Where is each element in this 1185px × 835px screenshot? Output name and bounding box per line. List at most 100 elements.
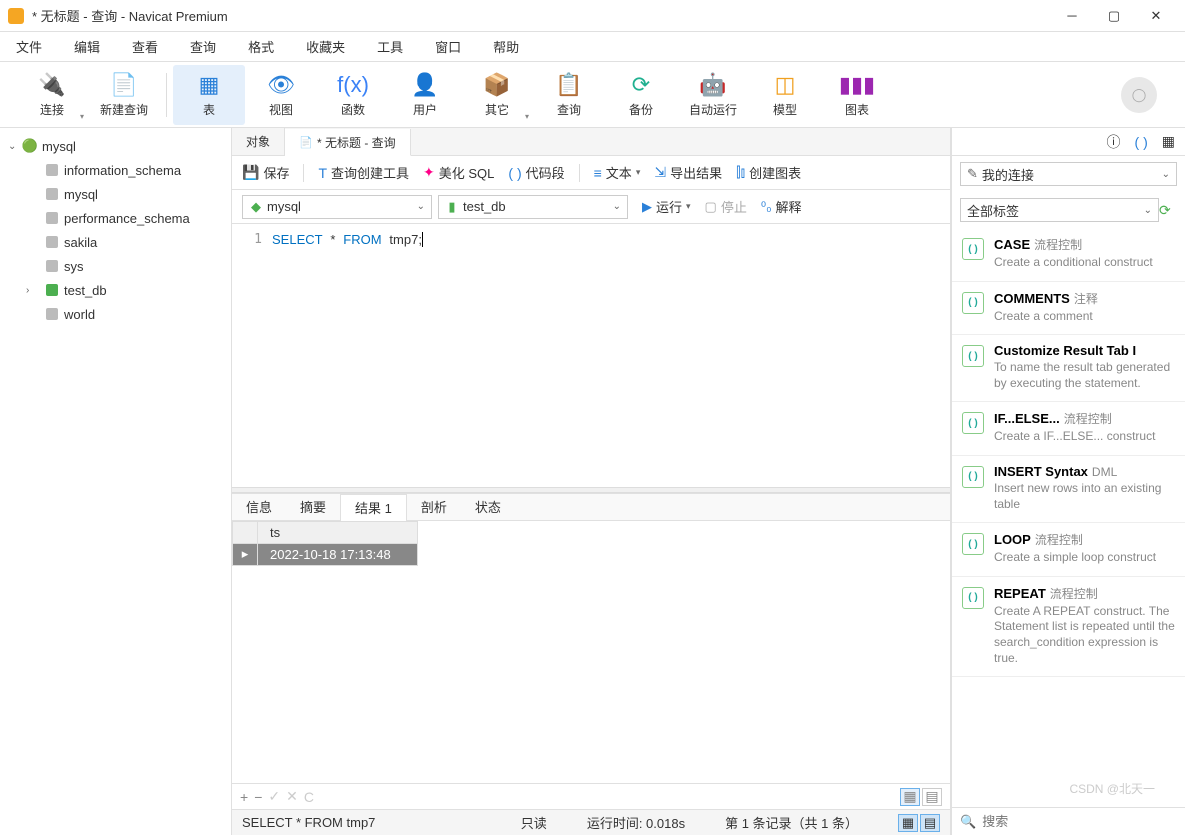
tool-用户[interactable]: 👤用户 [389, 65, 461, 125]
menu-item[interactable]: 格式 [244, 33, 278, 60]
tree-db-item[interactable]: information_schema [0, 158, 231, 182]
add-row-button[interactable]: + [240, 789, 248, 805]
export-button[interactable]: ⇲导出结果 [654, 163, 722, 182]
chevron-down-icon: ⌄ [1162, 169, 1170, 180]
tool-新建查询[interactable]: 📄新建查询 [88, 65, 160, 125]
tag-filter-dropdown[interactable]: 全部标签 ⌄ [960, 198, 1159, 222]
query-builder-button[interactable]: T查询创建工具 [318, 163, 409, 182]
result-tab[interactable]: 结果 1 [340, 494, 407, 521]
database-dropdown[interactable]: ▮ test_db ⌄ [438, 195, 628, 219]
tab[interactable]: 对象 [232, 128, 285, 155]
explain-button[interactable]: ⁰₀解释 [761, 197, 802, 216]
tool-图表[interactable]: ▮▮▮图表 [821, 65, 893, 125]
result-tab[interactable]: 剖析 [407, 493, 461, 520]
menu-item[interactable]: 查询 [186, 33, 220, 60]
snippet-tag: 流程控制 [1035, 533, 1083, 547]
tool-label: 视图 [269, 101, 293, 118]
snippet-list[interactable]: ( )CASE流程控制Create a conditional construc… [952, 228, 1185, 807]
refresh-icon[interactable]: ⟳ [1159, 202, 1177, 219]
result-grid[interactable]: ts ▸2022-10-18 17:13:48 [232, 521, 950, 784]
snippet-icon: ( ) [962, 466, 984, 488]
tool-视图[interactable]: 👁视图 [245, 65, 317, 125]
tree-db-item[interactable]: sakila [0, 230, 231, 254]
tree-db-item[interactable]: performance_schema [0, 206, 231, 230]
user-avatar[interactable]: ◯ [1121, 77, 1157, 113]
result-tab[interactable]: 摘要 [286, 493, 340, 520]
minimize-icon[interactable]: ─ [1051, 2, 1093, 30]
snippet-item[interactable]: ( )LOOP流程控制Create a simple loop construc… [952, 523, 1185, 577]
text-button[interactable]: ≡文本 ▾ [594, 163, 641, 182]
menubar: 文件编辑查看查询格式收藏夹工具窗口帮助 [0, 32, 1185, 62]
menu-item[interactable]: 查看 [128, 33, 162, 60]
menu-item[interactable]: 收藏夹 [302, 33, 349, 60]
menu-item[interactable]: 窗口 [431, 33, 465, 60]
grid-view-icon[interactable]: ▦ [900, 788, 920, 806]
menu-item[interactable]: 文件 [12, 33, 46, 60]
tree-db-item[interactable]: sys [0, 254, 231, 278]
database-icon: ▮ [445, 200, 459, 214]
delete-row-button[interactable]: − [254, 789, 262, 805]
save-button[interactable]: 💾保存 [242, 163, 289, 182]
sql-code[interactable]: SELECT * FROM tmp7; [272, 224, 950, 487]
snippet-item[interactable]: ( )IF...ELSE...流程控制Create a IF...ELSE...… [952, 402, 1185, 456]
sql-editor[interactable]: 1 SELECT * FROM tmp7; [232, 224, 950, 487]
column-header[interactable]: ts [258, 521, 418, 543]
search-input[interactable] [982, 814, 1177, 829]
maximize-icon[interactable]: ▢ [1093, 2, 1135, 30]
menu-item[interactable]: 工具 [373, 33, 407, 60]
run-button[interactable]: ▶运行 ▾ [642, 197, 691, 216]
snippet-item[interactable]: ( )COMMENTS注释Create a comment [952, 282, 1185, 336]
snippet-icon: ( ) [962, 412, 984, 434]
apply-button[interactable]: ✓ [268, 788, 280, 805]
cell-value[interactable]: 2022-10-18 17:13:48 [258, 543, 418, 565]
menu-item[interactable]: 编辑 [70, 33, 104, 60]
snippet-item[interactable]: ( )Customize Result Tab ITo name the res… [952, 335, 1185, 402]
result-tabs: 信息摘要结果 1剖析状态 [232, 493, 950, 521]
form-view-icon[interactable]: ▤ [922, 788, 942, 806]
tree-connection[interactable]: ⌄ 🟢 mysql [0, 134, 231, 158]
c-button[interactable]: C [304, 789, 314, 805]
info-icon[interactable]: ⓘ [1107, 132, 1121, 152]
tool-函数[interactable]: f(x)函数 [317, 65, 389, 125]
snippet-icon: ( ) [962, 238, 984, 260]
tree-db-item[interactable]: ›test_db [0, 278, 231, 302]
tool-自动运行[interactable]: 🤖自动运行 [677, 65, 749, 125]
snippet-search[interactable]: 🔍 [952, 807, 1185, 835]
result-tab[interactable]: 信息 [232, 493, 286, 520]
tool-模型[interactable]: ◫模型 [749, 65, 821, 125]
tree-db-item[interactable]: mysql [0, 182, 231, 206]
create-chart-button[interactable]: ⫿⫾创建图表 [736, 163, 801, 182]
tool-连接[interactable]: 🔌连接▾ [16, 65, 88, 125]
tool-表[interactable]: ▦表 [173, 65, 245, 125]
menu-item[interactable]: 帮助 [489, 33, 523, 60]
tab[interactable]: 📄* 无标题 - 查询 [285, 129, 411, 156]
titlebar: * 无标题 - 查询 - Navicat Premium ─ ▢ ✕ [0, 0, 1185, 32]
beautify-button[interactable]: ✦美化 SQL [423, 163, 494, 182]
cancel-button[interactable]: ✕ [286, 788, 298, 805]
connection-dropdown[interactable]: ◆ mysql ⌄ [242, 195, 432, 219]
result-tab[interactable]: 状态 [461, 493, 515, 520]
save-icon: 💾 [242, 164, 259, 181]
snippet-title: LOOP [994, 532, 1031, 547]
grid-mode-icon[interactable]: ▦ [898, 814, 918, 832]
tool-查询[interactable]: 📋查询 [533, 65, 605, 125]
snippet-button[interactable]: ( )代码段 [508, 163, 564, 182]
database-icon [44, 258, 60, 274]
tool-label: 用户 [413, 101, 437, 118]
close-icon[interactable]: ✕ [1135, 2, 1177, 30]
snippet-item[interactable]: ( )INSERT SyntaxDMLInsert new rows into … [952, 456, 1185, 523]
snippet-item[interactable]: ( )REPEAT流程控制Create A REPEAT construct. … [952, 577, 1185, 677]
database-icon [44, 306, 60, 322]
tree-db-item[interactable]: world [0, 302, 231, 326]
snippet-item[interactable]: ( )CASE流程控制Create a conditional construc… [952, 228, 1185, 282]
tool-label: 函数 [341, 101, 365, 118]
tool-icon: 🤖 [699, 71, 727, 99]
layout-icon[interactable]: ▦ [1162, 133, 1175, 150]
db-tree[interactable]: ⌄ 🟢 mysql information_schemamysqlperform… [0, 128, 232, 835]
detail-mode-icon[interactable]: ▤ [920, 814, 940, 832]
brackets-icon[interactable]: ( ) [1135, 134, 1148, 150]
table-row[interactable]: ▸2022-10-18 17:13:48 [233, 543, 418, 565]
tool-备份[interactable]: ⟳备份 [605, 65, 677, 125]
connection-filter-dropdown[interactable]: ✎ 我的连接 ⌄ [960, 162, 1177, 186]
tool-其它[interactable]: 📦其它▾ [461, 65, 533, 125]
